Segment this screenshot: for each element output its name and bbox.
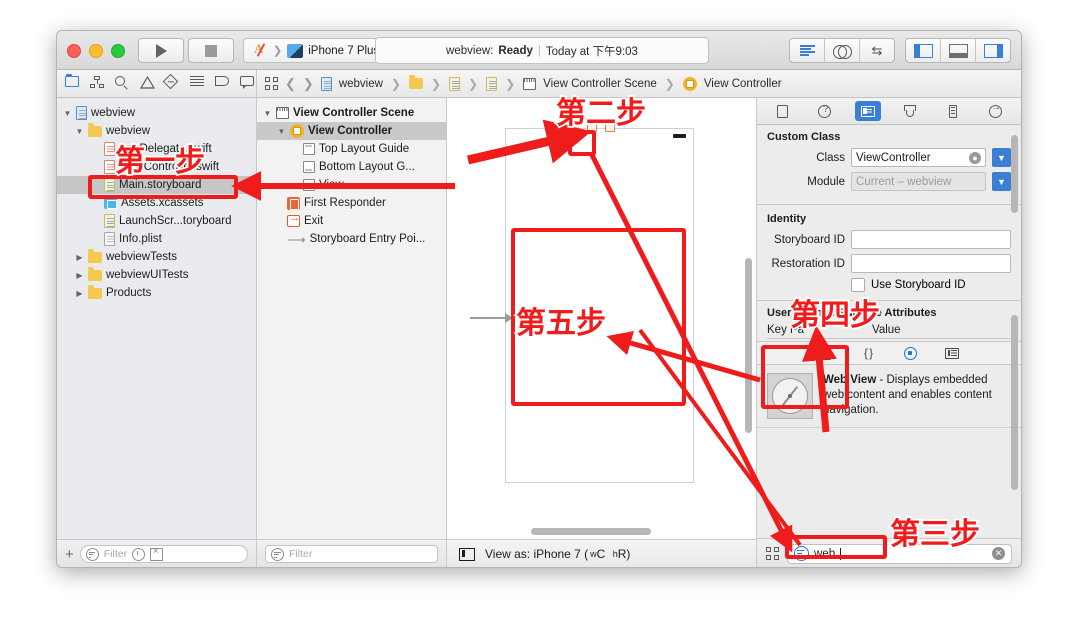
arrow-dock-to-search [589, 153, 793, 553]
canvas-left-pointer-head [505, 313, 513, 323]
arrow-up-to-web-view-item [801, 325, 837, 433]
arrow-search-to-canvas [638, 328, 802, 547]
arrow-step2-to-dock [466, 119, 592, 165]
screenshot-root: ❯ iPhone 7 Plus webview: Ready | Today a… [0, 0, 1072, 644]
annotation-overlay [231, 119, 837, 553]
